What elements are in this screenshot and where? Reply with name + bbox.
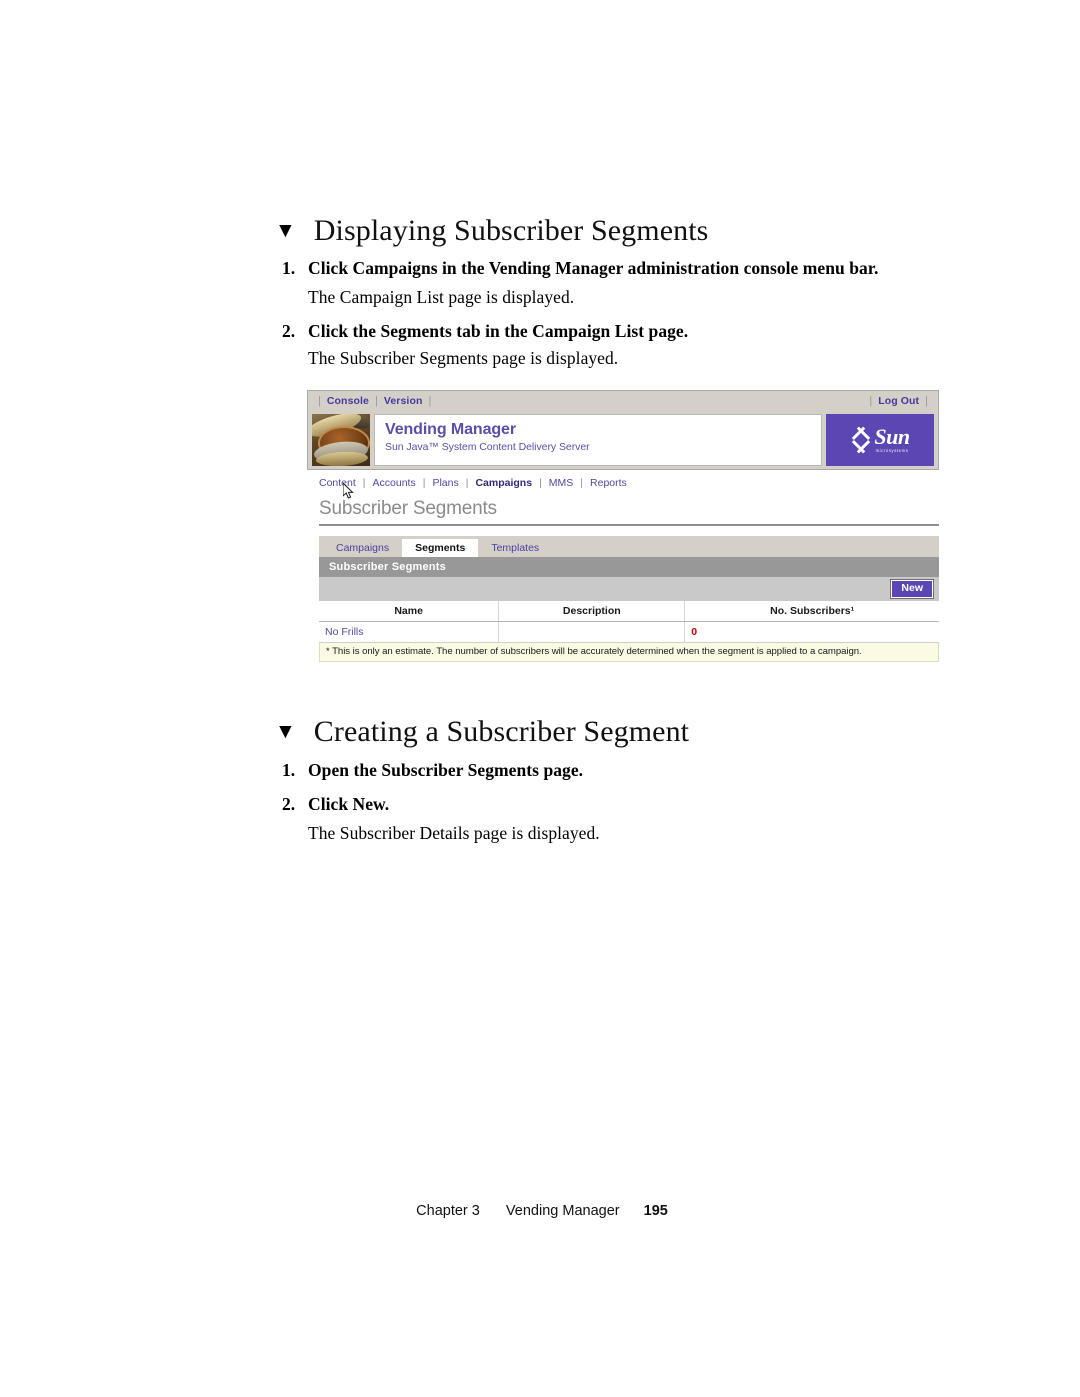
- step-text: Click the Segments tab in the Campaign L…: [308, 321, 689, 341]
- section-heading-creating: ▼ Creating a Subscriber Segment: [275, 715, 689, 749]
- table-footnote: * This is only an estimate. The number o…: [319, 643, 939, 662]
- step-result-text: The Subscriber Segments page is displaye…: [308, 348, 619, 368]
- separator: |: [869, 394, 873, 407]
- step-item: 2. Click the Segments tab in the Campaig…: [282, 321, 942, 342]
- separator: |: [318, 394, 321, 407]
- subscriber-count: 0: [691, 626, 698, 638]
- section-marker-icon: ▼: [275, 218, 296, 242]
- separator: |: [428, 394, 432, 407]
- section-heading-displaying: ▼ Displaying Subscriber Segments: [275, 214, 708, 248]
- cell-name: No Frills: [319, 621, 499, 643]
- cell-description: [498, 621, 685, 643]
- coins-photo-thumbnail: [312, 413, 370, 466]
- app-utility-bar: | Console | Version | | Log Out |: [307, 390, 939, 410]
- separator: |: [925, 394, 928, 407]
- section-heading-text: Creating a Subscriber Segment: [313, 715, 690, 748]
- subscriber-segments-panel: Subscriber Segments New Name Description…: [319, 557, 939, 662]
- nav-item-content[interactable]: Content: [319, 477, 356, 489]
- page-footer: Chapter 3 Vending Manager 195: [0, 1203, 1080, 1219]
- step-number: 2.: [282, 321, 296, 341]
- nav-item-reports[interactable]: Reports: [590, 477, 627, 489]
- table-row: No Frills 0: [319, 621, 939, 643]
- step-number: 1.: [282, 258, 296, 278]
- step-text: Click New.: [308, 794, 390, 814]
- step-result-text: The Subscriber Details page is displayed…: [308, 823, 600, 843]
- log-out-link[interactable]: Log Out: [878, 395, 919, 407]
- tab-segments[interactable]: Segments: [402, 538, 479, 557]
- separator: |: [422, 477, 426, 489]
- column-header-subscribers[interactable]: No. Subscribers¹: [684, 601, 939, 622]
- cell-subscribers: 0: [684, 621, 939, 643]
- sun-logo-tagline: microsystems: [875, 447, 909, 453]
- footer-page-number: 195: [643, 1203, 668, 1219]
- app-title: Vending Manager: [385, 420, 516, 438]
- sun-wordmark: Sun microsystems: [874, 423, 910, 453]
- utility-bar-left: | Console | Version |: [308, 395, 437, 407]
- segment-name-link[interactable]: No Frills: [325, 626, 364, 638]
- panel-title: Subscriber Segments: [319, 557, 939, 577]
- section-heading-text: Displaying Subscriber Segments: [313, 214, 709, 247]
- app-tab-bar: Campaigns Segments Templates: [319, 536, 939, 557]
- app-branding-band: Vending Manager Sun Java™ System Content…: [307, 410, 939, 470]
- step-number: 1.: [282, 760, 296, 780]
- app-page-title: Subscriber Segments: [319, 498, 497, 519]
- step-item: 1. Open the Subscriber Segments page.: [282, 760, 942, 781]
- nav-item-accounts[interactable]: Accounts: [373, 477, 416, 489]
- separator: |: [580, 477, 584, 489]
- tab-templates[interactable]: Templates: [478, 539, 552, 558]
- tab-campaigns[interactable]: Campaigns: [323, 539, 402, 558]
- title-divider: [319, 524, 939, 526]
- column-header-description[interactable]: Description: [498, 601, 685, 622]
- utility-bar-right: | Log Out |: [863, 395, 938, 407]
- separator: |: [374, 394, 378, 407]
- nav-item-plans[interactable]: Plans: [432, 477, 458, 489]
- nav-item-mms[interactable]: MMS: [549, 477, 574, 489]
- app-subtitle: Sun Java™ System Content Delivery Server: [385, 441, 590, 454]
- table-header-row: Name Description No. Subscribers¹: [319, 601, 939, 622]
- segments-table: Name Description No. Subscribers¹ No Fri…: [319, 601, 939, 643]
- new-button[interactable]: New: [890, 579, 934, 599]
- step-text: Open the Subscriber Segments page.: [308, 760, 584, 780]
- embedded-app-screenshot: | Console | Version | | Log Out | Vendin…: [307, 390, 939, 686]
- app-primary-nav: Content | Accounts | Plans | Campaigns |…: [307, 470, 939, 496]
- nav-item-campaigns[interactable]: Campaigns: [475, 477, 532, 489]
- column-header-name[interactable]: Name: [319, 601, 499, 622]
- version-link[interactable]: Version: [384, 395, 423, 407]
- separator: |: [465, 477, 469, 489]
- sun-microsystems-logo: Sun microsystems: [826, 413, 934, 466]
- panel-toolbar: New: [319, 577, 939, 601]
- footer-chapter: Chapter 3: [416, 1203, 480, 1219]
- step-result-text: The Campaign List page is displayed.: [308, 287, 575, 307]
- sun-diamond-icon: [846, 424, 877, 455]
- step-text: Click Campaigns in the Vending Manager a…: [308, 258, 879, 278]
- section-marker-icon: ▼: [275, 719, 296, 743]
- step-item: 2. Click New.: [282, 794, 942, 815]
- separator: |: [539, 477, 542, 489]
- sun-logo-word: Sun: [874, 423, 910, 449]
- app-title-box: Vending Manager Sun Java™ System Content…: [374, 413, 822, 466]
- step-item: 1. Click Campaigns in the Vending Manage…: [282, 258, 942, 279]
- step-number: 2.: [282, 794, 296, 814]
- separator: |: [362, 477, 366, 489]
- document-page: ▼ Displaying Subscriber Segments 1. Clic…: [0, 0, 1080, 1397]
- footer-title: Vending Manager: [505, 1203, 620, 1219]
- console-link[interactable]: Console: [327, 395, 369, 407]
